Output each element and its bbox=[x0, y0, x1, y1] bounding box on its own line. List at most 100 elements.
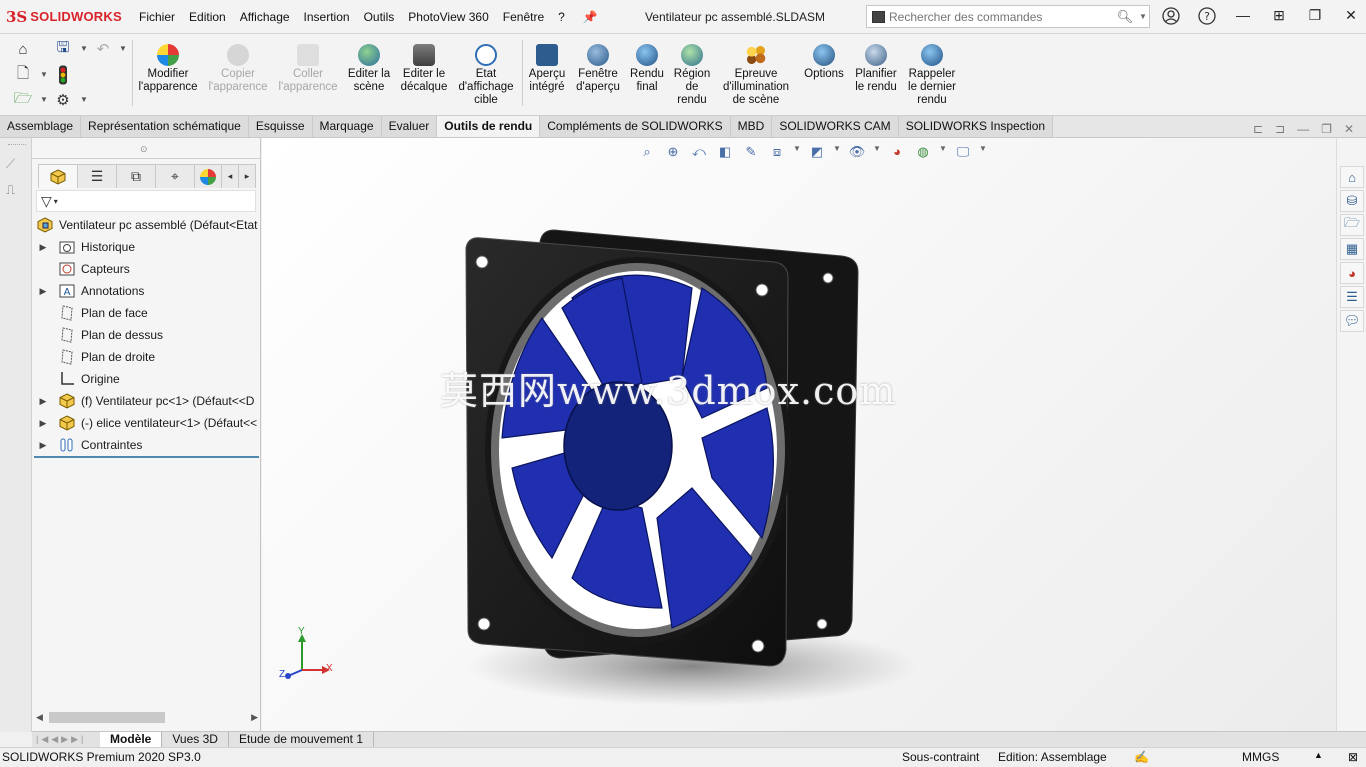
tree-root[interactable]: Ventilateur pc assemblé (Défaut<Etat bbox=[32, 214, 261, 236]
units-dropdown-icon[interactable]: ▲ bbox=[1314, 750, 1323, 760]
copier-apparence-button[interactable]: Copier l'apparence bbox=[206, 44, 270, 94]
menu-fichier[interactable]: Fichier bbox=[132, 10, 182, 24]
bottom-tab-mod-le[interactable]: Modèle bbox=[100, 732, 163, 747]
expand-arrow-icon[interactable]: ▶ bbox=[36, 440, 50, 451]
save-dropdown-icon[interactable]: ▼ bbox=[80, 44, 88, 53]
menu-affichage[interactable]: Affichage bbox=[233, 10, 297, 24]
menu-edition[interactable]: Edition bbox=[182, 10, 233, 24]
bottom-tab-vues-3d[interactable]: Vues 3D bbox=[162, 732, 229, 747]
menu-photoview[interactable]: PhotoView 360 bbox=[401, 10, 496, 24]
undo-dropdown-icon[interactable]: ▼ bbox=[119, 44, 127, 53]
menu-help[interactable]: ? bbox=[551, 10, 572, 24]
tree-item-f-ventilateur-pc-1-d-faut-d[interactable]: ▶ (f) Ventilateur pc<1> (Défaut<<D bbox=[32, 390, 261, 412]
fan-model[interactable] bbox=[262, 138, 1336, 732]
options-button[interactable]: Options bbox=[800, 44, 848, 81]
tree-item-origine[interactable]: Origine bbox=[32, 368, 261, 390]
doc-restore-icon[interactable]: ❐ bbox=[1321, 122, 1332, 136]
view-palette-icon[interactable]: ▦ bbox=[1340, 238, 1364, 260]
tile-windows-icon[interactable]: ⊞ bbox=[1268, 7, 1290, 27]
new-document-icon[interactable]: 🗋 bbox=[12, 64, 34, 86]
open-file-icon[interactable]: 🗁 bbox=[12, 89, 34, 111]
solidworks-forum-icon[interactable]: 💬︎ bbox=[1340, 310, 1364, 332]
bottom-tab-nav-icons[interactable]: |◀◀▶▶| bbox=[32, 734, 100, 745]
rendu-final-button[interactable]: Rendu final bbox=[626, 44, 668, 94]
rebuild-traffic-light-icon[interactable] bbox=[52, 64, 74, 86]
expand-arrow-icon[interactable]: ▶ bbox=[36, 396, 50, 407]
tab-property-manager[interactable]: ☰ bbox=[77, 164, 117, 188]
apercu-integre-button[interactable]: Aperçu intégré bbox=[524, 44, 570, 94]
user-account-icon[interactable] bbox=[1160, 7, 1182, 27]
etat-affichage-button[interactable]: Etat d'affichage cible bbox=[455, 44, 517, 107]
tab-dimxpert[interactable]: ⌖ bbox=[155, 164, 195, 188]
tab-assemblage[interactable]: Assemblage bbox=[0, 116, 82, 137]
search-icon[interactable]: 🔍︎ bbox=[1111, 9, 1139, 25]
tree-item-elice-ventilateur-1-d-faut[interactable]: ▶ (-) elice ventilateur<1> (Défaut<< bbox=[32, 412, 261, 434]
tab-compl-ments-de-solidworks[interactable]: Compléments de SOLIDWORKS bbox=[540, 116, 731, 137]
panel-grip-icon[interactable]: ⊙ bbox=[140, 144, 148, 155]
tab-marquage[interactable]: Marquage bbox=[312, 116, 382, 137]
options-dropdown-icon[interactable]: ▼ bbox=[80, 95, 88, 104]
tab-esquisse[interactable]: Esquisse bbox=[248, 116, 313, 137]
search-input[interactable] bbox=[889, 9, 1111, 24]
scroll-right-icon[interactable]: ▶ bbox=[251, 712, 258, 723]
menu-insertion[interactable]: Insertion bbox=[297, 10, 357, 24]
modifier-apparence-button[interactable]: Modifier l'apparence bbox=[136, 44, 200, 94]
tab-display-manager[interactable] bbox=[194, 164, 222, 188]
panel-tabs-left-icon[interactable]: ◂ bbox=[221, 164, 239, 188]
tree-item-capteurs[interactable]: Capteurs bbox=[32, 258, 261, 280]
tab-feature-manager[interactable] bbox=[38, 164, 78, 188]
editer-decalque-button[interactable]: Editer le décalque bbox=[398, 44, 450, 94]
expand-arrow-icon[interactable]: ▶ bbox=[36, 418, 50, 429]
expand-arrow-icon[interactable]: ▶ bbox=[36, 242, 50, 253]
scroll-left-icon[interactable]: ◀ bbox=[36, 712, 43, 723]
options-gear-icon[interactable]: ⚙ bbox=[52, 89, 74, 111]
sketch-relation-icon[interactable]: ⟋ bbox=[6, 156, 15, 172]
status-quick-tips-icon[interactable]: ⊠ bbox=[1348, 750, 1358, 764]
close-icon[interactable]: ✕ bbox=[1340, 7, 1362, 27]
tab-scroll-right-icon[interactable]: ⊐ bbox=[1275, 122, 1285, 136]
help-icon[interactable]: ? bbox=[1196, 7, 1218, 27]
rollback-bar[interactable] bbox=[34, 456, 259, 458]
menu-fenetre[interactable]: Fenêtre bbox=[496, 10, 551, 24]
file-explorer-icon[interactable]: 🗁 bbox=[1340, 214, 1364, 236]
tab-solidworks-cam[interactable]: SOLIDWORKS CAM bbox=[772, 116, 899, 137]
expand-arrow-icon[interactable]: ▶ bbox=[36, 286, 50, 297]
filter-dropdown-icon[interactable]: ▾ bbox=[54, 197, 58, 206]
new-dropdown-icon[interactable]: ▼ bbox=[40, 70, 48, 79]
solidworks-logo[interactable]: 3S SOLIDWORKS bbox=[0, 8, 132, 26]
chevron-down-icon[interactable]: ▼ bbox=[1139, 12, 1149, 21]
tree-item-plan-de-face[interactable]: Plan de face bbox=[32, 302, 261, 324]
rappeler-rendu-button[interactable]: Rappeler le dernier rendu bbox=[904, 44, 960, 107]
tree-item-annotations[interactable]: ▶ A Annotations bbox=[32, 280, 261, 302]
undo-icon[interactable]: ↶ bbox=[92, 38, 114, 60]
scroll-thumb[interactable] bbox=[48, 711, 165, 723]
coller-apparence-button[interactable]: Coller l'apparence bbox=[276, 44, 340, 94]
tab-solidworks-inspection[interactable]: SOLIDWORKS Inspection bbox=[898, 116, 1054, 137]
tab-mbd[interactable]: MBD bbox=[730, 116, 773, 137]
rebuild-status-icon[interactable]: ✍ bbox=[1134, 750, 1149, 764]
tab-scroll-left-icon[interactable]: ⊏ bbox=[1253, 122, 1263, 136]
units-status[interactable]: MMGS bbox=[1242, 750, 1279, 764]
command-search[interactable]: 🔍︎ ▼ bbox=[866, 5, 1150, 28]
doc-minimize-icon[interactable]: — bbox=[1297, 122, 1309, 136]
doc-close-icon[interactable]: ✕ bbox=[1344, 122, 1354, 136]
minimize-icon[interactable]: — bbox=[1232, 7, 1254, 27]
fenetre-apercu-button[interactable]: Fenêtre d'aperçu bbox=[574, 44, 622, 94]
solidworks-resources-icon[interactable]: ⌂ bbox=[1340, 166, 1364, 188]
tree-item-contraintes[interactable]: ▶ Contraintes bbox=[32, 434, 261, 456]
tree-item-plan-de-droite[interactable]: Plan de droite bbox=[32, 346, 261, 368]
filter-funnel-icon[interactable]: ▽ bbox=[41, 193, 52, 210]
home-icon[interactable]: ⌂ bbox=[12, 38, 34, 60]
restore-icon[interactable]: ❐ bbox=[1304, 7, 1326, 27]
pin-icon[interactable]: 📌 bbox=[576, 10, 598, 24]
open-dropdown-icon[interactable]: ▼ bbox=[40, 95, 48, 104]
tree-item-plan-de-dessus[interactable]: Plan de dessus bbox=[32, 324, 261, 346]
editer-scene-button[interactable]: Editer la scène bbox=[344, 44, 394, 94]
tree-horizontal-scrollbar[interactable]: ◀ ▶ bbox=[36, 710, 258, 724]
appearances-scenes-icon[interactable]: ◕ bbox=[1340, 262, 1364, 284]
step-icon[interactable]: ⎍ bbox=[6, 182, 15, 198]
design-library-icon[interactable]: ⛁ bbox=[1340, 190, 1364, 212]
epreuve-illumination-button[interactable]: Epreuve d'illumination de scène bbox=[718, 44, 794, 107]
tab-repr-sentation-sch-matique[interactable]: Représentation schématique bbox=[81, 116, 249, 137]
graphics-area[interactable]: ⌕ ⊕ ⤺ ◧ ✎ ⧈ ▼ ◩ ▼ 👁︎ ▼ ◕ ◍ ▼ 🖵 ▼ 莫西网www.… bbox=[262, 138, 1336, 732]
